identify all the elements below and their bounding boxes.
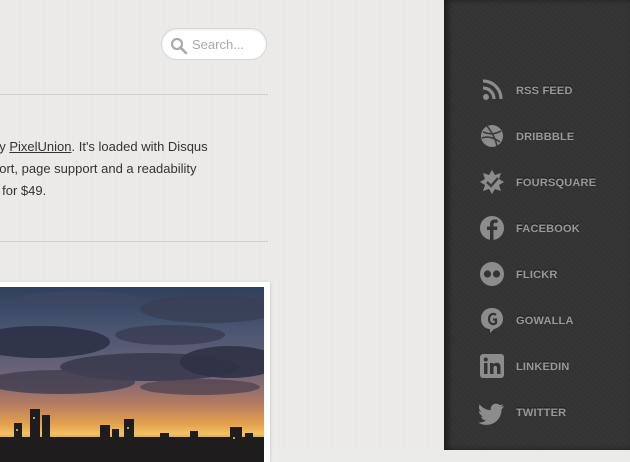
- social-label: FLICKR: [516, 269, 558, 281]
- post-line-2: port, page support and a readability: [0, 161, 197, 176]
- search-icon: [170, 37, 188, 55]
- social-link-linkedin[interactable]: LINKEDIN: [478, 352, 628, 382]
- social-label: FACEBOOK: [516, 223, 580, 235]
- twitter-icon: [478, 403, 504, 425]
- social-link-twitter[interactable]: TWITTER: [478, 398, 628, 428]
- social-label: GOWALLA: [516, 315, 574, 327]
- facebook-icon: [480, 216, 504, 240]
- social-label: TWITTER: [516, 407, 567, 419]
- social-link-flickr[interactable]: FLICKR: [478, 260, 628, 290]
- divider: [0, 94, 268, 95]
- text-fragment: . It's loaded with Disqus: [71, 139, 208, 154]
- social-link-dribbble[interactable]: DRIBBBLE: [478, 122, 628, 152]
- city-skyline-image: [0, 287, 264, 462]
- social-label: FOURSQUARE: [516, 177, 597, 189]
- social-label: LINKEDIN: [516, 361, 570, 373]
- social-link-foursquare[interactable]: FOURSQUARE: [478, 168, 628, 198]
- social-link-facebook[interactable]: FACEBOOK: [478, 214, 628, 244]
- social-link-rss[interactable]: RSS FEED: [478, 76, 628, 106]
- post-line-3: y for $49.: [0, 183, 47, 198]
- linkedin-icon: [480, 354, 504, 378]
- post-photo[interactable]: [0, 282, 270, 462]
- pixelunion-link[interactable]: PixelUnion: [9, 139, 71, 154]
- foursquare-icon: [480, 170, 504, 194]
- search-box[interactable]: [161, 28, 267, 60]
- social-link-gowalla[interactable]: GOWALLA: [478, 306, 628, 336]
- social-label: RSS FEED: [516, 85, 573, 97]
- divider: [0, 241, 268, 242]
- gowalla-icon: [481, 308, 503, 333]
- main-content: by PixelUnion. It's loaded with Disqus p…: [0, 0, 444, 462]
- search-input[interactable]: [192, 35, 262, 53]
- flickr-icon: [480, 262, 504, 286]
- post-excerpt: by PixelUnion. It's loaded with Disqus p…: [0, 136, 232, 202]
- text-fragment: by: [0, 139, 6, 154]
- social-sidebar: RSS FEED DRIBBBLE FOURSQUARE FACEBOOK FL…: [444, 0, 630, 450]
- dribbble-icon: [481, 125, 503, 147]
- rss-icon: [482, 79, 503, 100]
- post-line-1: by PixelUnion. It's loaded with Disqus: [0, 136, 232, 158]
- social-label: DRIBBBLE: [516, 131, 575, 143]
